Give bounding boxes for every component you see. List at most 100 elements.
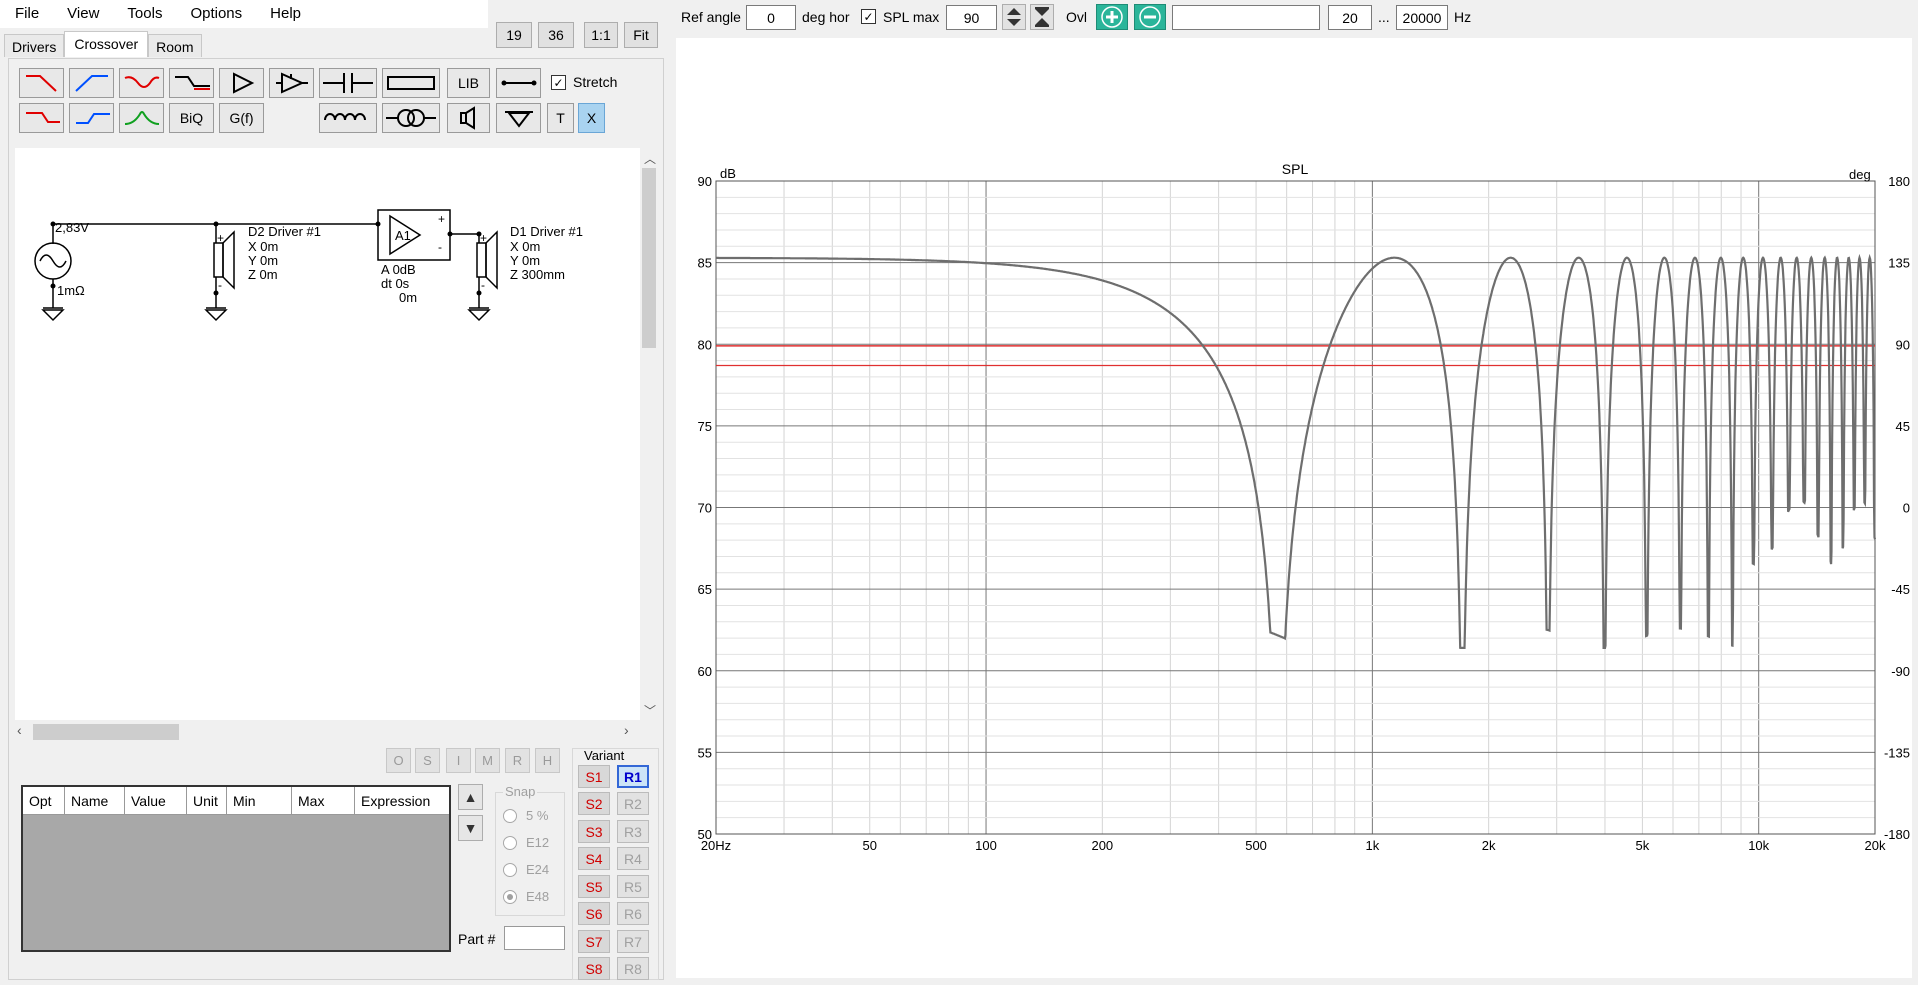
variant-s8-button[interactable]: S8	[578, 957, 610, 980]
variant-label: Variant	[584, 748, 625, 763]
opt-i-button[interactable]: I	[446, 748, 471, 773]
highpass2-blue-button[interactable]	[69, 103, 114, 133]
zoom-19-button[interactable]: 19	[496, 22, 532, 48]
biquad-button[interactable]: BiQ	[169, 103, 214, 133]
lowpass-icon	[25, 75, 57, 92]
variant-r3-button[interactable]: R3	[617, 820, 649, 843]
shelf-icon	[174, 76, 210, 90]
shelf-button[interactable]	[169, 68, 214, 98]
variant-r1-button[interactable]: R1	[617, 765, 649, 788]
col-name[interactable]: Name	[65, 787, 125, 814]
col-value[interactable]: Value	[125, 787, 187, 814]
opt-h-button[interactable]: H	[535, 748, 560, 773]
variant-s4-button[interactable]: S4	[578, 847, 610, 870]
col-unit[interactable]: Unit	[187, 787, 227, 814]
move-down-button[interactable]: ▼	[458, 815, 483, 841]
bandpass-green-button[interactable]	[119, 103, 164, 133]
freq-min-input[interactable]: 20	[1328, 5, 1372, 30]
opamp-button[interactable]	[269, 68, 314, 98]
scroll-right-icon[interactable]: ›	[624, 722, 629, 738]
part-number-input[interactable]	[504, 926, 565, 950]
variant-r4-button[interactable]: R4	[617, 847, 649, 870]
y-tick-label: 85	[698, 256, 712, 271]
remove-overlay-button[interactable]	[1134, 4, 1166, 30]
variant-r8-button[interactable]: R8	[617, 957, 649, 980]
zoom-1to1-button[interactable]: 1:1	[584, 22, 618, 48]
variant-r7-button[interactable]: R7	[617, 930, 649, 953]
bandstop-red-button[interactable]	[119, 68, 164, 98]
inductor-button[interactable]	[319, 103, 377, 133]
spl-autoscale-button[interactable]	[1030, 4, 1054, 30]
source-voltage-label: 2,83V	[55, 220, 89, 235]
variant-s3-button[interactable]: S3	[578, 820, 610, 843]
schematic-canvas[interactable]: 2,83V 1mΩ + - D2 Driver #1 X 0m Y 0m Z 0…	[15, 148, 640, 720]
spl-max-checkbox[interactable]: ✓	[861, 9, 876, 24]
variant-s6-button[interactable]: S6	[578, 902, 610, 925]
amp-gain: A 0dB	[381, 262, 416, 277]
parameter-table[interactable]: Opt Name Value Unit Min Max Expression	[21, 785, 451, 952]
stretch-checkbox[interactable]: ✓	[551, 75, 566, 90]
lowpass-red-button[interactable]	[19, 68, 64, 98]
opt-s-button[interactable]: S	[415, 748, 440, 773]
tab-drivers[interactable]: Drivers	[4, 34, 65, 57]
opt-r-button[interactable]: R	[505, 748, 530, 773]
ground-button[interactable]	[496, 103, 541, 133]
transfer-function-button[interactable]: G(f)	[219, 103, 264, 133]
snap-e24-radio[interactable]	[503, 863, 517, 877]
col-opt[interactable]: Opt	[23, 787, 65, 814]
menu-options[interactable]: Options	[176, 0, 256, 28]
add-overlay-button[interactable]	[1096, 4, 1128, 30]
schematic-vscrollbar[interactable]: ︿ ﹀	[640, 148, 658, 720]
variant-s1-button[interactable]: S1	[578, 765, 610, 788]
highpass-blue-button[interactable]	[69, 68, 114, 98]
transformer-button[interactable]	[382, 103, 440, 133]
tab-room[interactable]: Room	[148, 34, 202, 57]
menu-tools[interactable]: Tools	[113, 0, 176, 28]
variant-s5-button[interactable]: S5	[578, 875, 610, 898]
speaker-button[interactable]	[447, 103, 490, 133]
opt-o-button[interactable]: O	[386, 748, 411, 773]
spl-chart[interactable]: 20Hz 50 100 200 500 1k 2k 5k 10k 20k 90 85 80 75 70 65 6…	[676, 38, 1912, 978]
up-down-arrows-icon	[1007, 8, 1021, 26]
hscroll-thumb[interactable]	[33, 724, 179, 740]
spl-max-stepper[interactable]	[1002, 4, 1026, 30]
move-up-button[interactable]: ▲	[458, 784, 483, 810]
zoom-fit-button[interactable]: Fit	[624, 22, 658, 48]
col-expression[interactable]: Expression	[355, 787, 449, 814]
text-tool-button[interactable]: T	[547, 103, 574, 133]
x-tool-button[interactable]: X	[578, 103, 605, 133]
variant-r6-button[interactable]: R6	[617, 902, 649, 925]
menu-view[interactable]: View	[53, 0, 113, 28]
variant-r5-button[interactable]: R5	[617, 875, 649, 898]
lowpass2-red-button[interactable]	[19, 103, 64, 133]
scroll-up-icon[interactable]: ︿	[644, 150, 656, 167]
scroll-down-icon[interactable]: ﹀	[644, 702, 656, 719]
scroll-left-icon[interactable]: ‹	[17, 722, 22, 738]
spl-max-input[interactable]: 90	[946, 5, 997, 30]
vscroll-thumb[interactable]	[642, 168, 656, 348]
schematic-hscrollbar[interactable]: ‹ ›	[15, 722, 640, 740]
overlay-name-input[interactable]	[1172, 5, 1320, 30]
wire-button[interactable]	[496, 68, 541, 98]
zoom-36-button[interactable]: 36	[538, 22, 574, 48]
opt-m-button[interactable]: M	[475, 748, 500, 773]
menu-help[interactable]: Help	[256, 0, 315, 28]
freq-max-input[interactable]: 20000	[1396, 5, 1448, 30]
capacitor-button[interactable]	[319, 68, 377, 98]
resistor-button[interactable]	[382, 68, 440, 98]
menu-file[interactable]: File	[0, 0, 53, 28]
variant-s2-button[interactable]: S2	[578, 792, 610, 815]
amplifier-button[interactable]	[219, 68, 264, 98]
variant-r2-button[interactable]: R2	[617, 792, 649, 815]
tab-crossover[interactable]: Crossover	[64, 31, 149, 57]
variant-s7-button[interactable]: S7	[578, 930, 610, 953]
library-button[interactable]: LIB	[447, 68, 490, 98]
snap-e48-radio[interactable]	[503, 890, 517, 904]
y-tick-label: 90	[698, 174, 712, 189]
col-max[interactable]: Max	[292, 787, 355, 814]
snap-5pct-radio[interactable]	[503, 809, 517, 823]
col-min[interactable]: Min	[227, 787, 292, 814]
ref-angle-input[interactable]: 0	[746, 5, 796, 30]
snap-e12-radio[interactable]	[503, 836, 517, 850]
inductor-icon	[324, 113, 366, 121]
